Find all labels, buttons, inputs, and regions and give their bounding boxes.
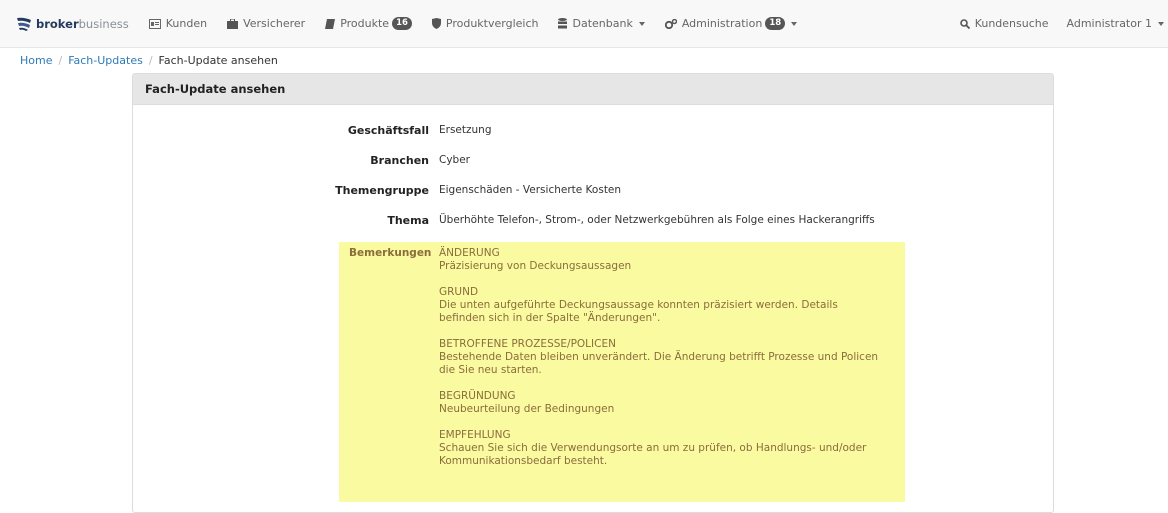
brand-name-light: business bbox=[78, 16, 129, 31]
remark-line: Schauen Sie sich die Verwendungsorte an … bbox=[439, 442, 867, 454]
breadcrumb-fach-updates-link[interactable]: Fach-Updates bbox=[68, 54, 143, 67]
field-label: Themengruppe bbox=[335, 184, 429, 197]
nav-kundensuche-label: Kundensuche bbox=[974, 17, 1049, 30]
remark-line: die Sie neu starten. bbox=[439, 364, 542, 376]
nav-kunden[interactable]: Kunden bbox=[148, 17, 208, 30]
nav-produkte[interactable]: Produkte 16 bbox=[325, 17, 412, 30]
remark-line: befinden sich in der Spalte "Änderungen"… bbox=[439, 312, 661, 324]
shield-icon bbox=[431, 18, 441, 29]
remark-line: Kommunikationsbedarf besteht. bbox=[439, 455, 608, 467]
user-menu[interactable]: Administrator 1 bbox=[1067, 17, 1164, 30]
remark-block-aenderung: ÄNDERUNG Präzisierung von Deckungsaussag… bbox=[439, 247, 899, 273]
user-menu-label: Administrator 1 bbox=[1066, 17, 1152, 30]
nav-kundensuche[interactable]: Kundensuche bbox=[959, 17, 1049, 30]
nav-kunden-label: Kunden bbox=[165, 17, 208, 30]
remark-heading: EMPFEHLUNG bbox=[439, 429, 511, 441]
remark-heading: BETROFFENE PROZESSE/POLICEN bbox=[439, 338, 616, 350]
remarks-text: ÄNDERUNG Präzisierung von Deckungsaussag… bbox=[439, 247, 899, 481]
chevron-down-icon bbox=[638, 21, 645, 26]
remark-block-grund: GRUND Die unten aufgeführte Deckungsauss… bbox=[439, 286, 899, 325]
remarks-highlight-box: Bemerkungen ÄNDERUNG Präzisierung von De… bbox=[339, 242, 905, 502]
produkte-count-badge: 16 bbox=[392, 17, 412, 30]
nav-versicherer-label: Versicherer bbox=[243, 17, 306, 30]
field-label: Branchen bbox=[370, 154, 429, 167]
nav-datenbank-label: Datenbank bbox=[572, 17, 633, 30]
field-value: Cyber bbox=[439, 154, 470, 166]
database-icon bbox=[558, 18, 568, 29]
nav-produkte-label: Produkte bbox=[340, 17, 390, 30]
breadcrumb-current: Fach-Update ansehen bbox=[158, 53, 278, 67]
briefcase-icon bbox=[227, 18, 239, 29]
book-icon bbox=[325, 18, 336, 29]
top-navbar: broker business Kunden Versicherer Produk… bbox=[0, 0, 1168, 48]
field-label: Thema bbox=[387, 214, 429, 227]
nav-administration-label: Administration bbox=[681, 17, 763, 30]
nav-produktvergleich[interactable]: Produktvergleich bbox=[431, 17, 539, 30]
search-icon bbox=[959, 18, 970, 29]
breadcrumb: Home / Fach-Updates / Fach-Update ansehe… bbox=[0, 48, 1168, 72]
brand-logo[interactable]: broker business bbox=[16, 16, 129, 32]
nav-versicherer[interactable]: Versicherer bbox=[227, 17, 305, 30]
nav-datenbank[interactable]: Datenbank bbox=[558, 17, 645, 30]
chevron-down-icon bbox=[1158, 21, 1164, 26]
field-value: Eigenschäden - Versicherte Kosten bbox=[439, 184, 622, 196]
remark-heading: GRUND bbox=[439, 286, 479, 298]
field-value: Überhöhte Telefon-, Strom-, oder Netzwer… bbox=[439, 214, 875, 226]
chevron-down-icon bbox=[791, 21, 798, 26]
administration-count-badge: 18 bbox=[765, 17, 786, 30]
remark-line: Neubeurteilung der Bedingungen bbox=[439, 403, 615, 415]
remark-line: Die unten aufgeführte Deckungsaussage ko… bbox=[439, 299, 838, 311]
breadcrumb-home-link[interactable]: Home bbox=[20, 54, 52, 67]
field-label: Geschäftsfall bbox=[347, 124, 429, 137]
remarks-label: Bemerkungen bbox=[349, 247, 432, 259]
brokerbusiness-logo-icon bbox=[17, 17, 31, 31]
remark-block-empfehlung: EMPFEHLUNG Schauen Sie sich die Verwendu… bbox=[439, 429, 899, 468]
breadcrumb-separator: / bbox=[58, 53, 63, 67]
remark-block-begruendung: BEGRÜNDUNG Neubeurteilung der Bedingunge… bbox=[439, 390, 899, 416]
remark-heading: ÄNDERUNG bbox=[439, 247, 500, 259]
remark-block-betroffene: BETROFFENE PROZESSE/POLICEN Bestehende D… bbox=[439, 338, 899, 377]
gears-icon bbox=[664, 18, 677, 29]
brand-name-bold: broker bbox=[36, 16, 79, 31]
id-card-icon bbox=[148, 18, 161, 29]
nav-administration[interactable]: Administration 18 bbox=[664, 17, 798, 30]
field-value: Ersetzung bbox=[439, 124, 492, 136]
nav-produktvergleich-label: Produktvergleich bbox=[445, 17, 539, 30]
remark-heading: BEGRÜNDUNG bbox=[439, 390, 516, 402]
fach-update-panel: Fach-Update ansehen Geschäftsfall Ersetz… bbox=[132, 73, 1054, 513]
remark-line: Präzisierung von Deckungsaussagen bbox=[439, 260, 632, 272]
panel-title: Fach-Update ansehen bbox=[133, 74, 1053, 105]
navbar-right: Kundensuche Administrator 1 bbox=[942, 17, 1168, 30]
remark-line: Bestehende Daten bleiben unverändert. Di… bbox=[439, 351, 879, 363]
breadcrumb-separator: / bbox=[148, 53, 153, 67]
